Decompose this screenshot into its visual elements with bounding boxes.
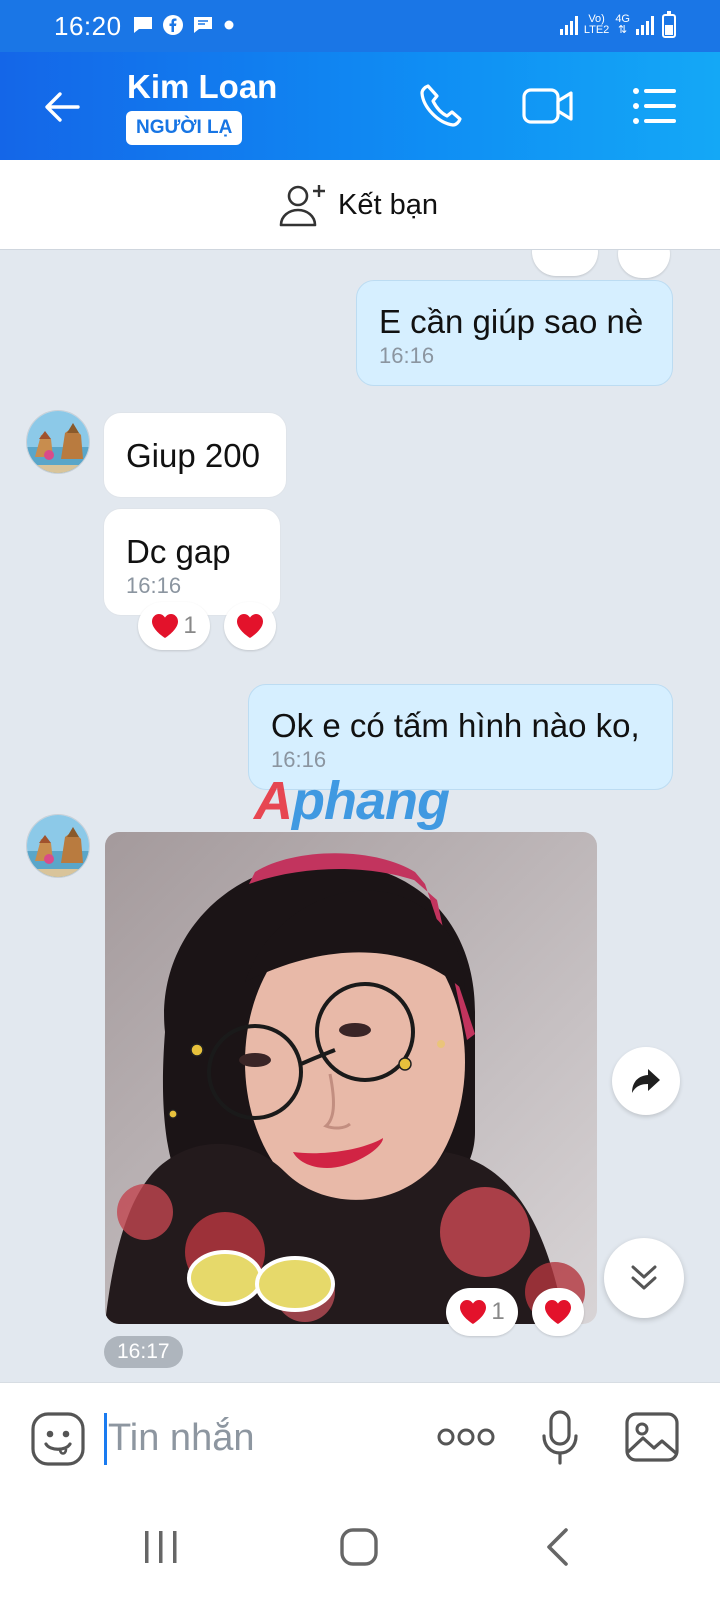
add-friend-label: Kết bạn <box>338 188 438 221</box>
message-bubble-incoming[interactable]: Dc gap 16:16 <box>103 508 281 616</box>
status-time: 16:20 <box>54 11 122 41</box>
heart-icon <box>545 1300 571 1324</box>
dot-icon <box>224 20 234 30</box>
signal-icon <box>559 15 578 35</box>
message-time: 16:16 <box>126 573 182 598</box>
reaction-count-value: 1 <box>183 612 197 639</box>
status-bar: 16:20 Vo) LTE2 4G ⇅ <box>0 0 720 52</box>
stranger-badge: NGƯỜI LẠ <box>126 111 243 145</box>
back-arrow-icon[interactable] <box>38 82 88 132</box>
microphone-icon[interactable] <box>540 1409 580 1467</box>
chat-icon <box>194 17 212 33</box>
signal-icon-2 <box>636 15 654 35</box>
avatar[interactable] <box>26 410 90 474</box>
selfie-photo <box>105 832 597 1324</box>
reaction-count-value: 1 <box>491 1298 505 1325</box>
contact-name[interactable]: Kim Loan <box>127 68 277 106</box>
add-friend-bar: Kết bạn <box>0 160 720 250</box>
message-bubble-outgoing[interactable]: E cần giúp sao nè 16:16 <box>356 280 673 386</box>
chat-area: E cần giúp sao nè 16:16 Giup 200 Dc gap … <box>0 250 720 1382</box>
menu-icon[interactable] <box>628 80 684 132</box>
reaction-count[interactable]: 1 <box>446 1288 518 1336</box>
scroll-to-bottom-button[interactable] <box>604 1238 684 1318</box>
text-caret <box>104 1413 107 1465</box>
reaction-pill-partial-2[interactable] <box>618 250 670 278</box>
reaction-count[interactable]: 1 <box>138 602 210 650</box>
add-person-icon <box>279 185 325 227</box>
phone-icon[interactable] <box>414 80 470 132</box>
avatar[interactable] <box>26 814 90 878</box>
notification-icons <box>132 14 236 36</box>
more-icon[interactable] <box>436 1425 496 1449</box>
react-button[interactable] <box>224 602 276 650</box>
forward-button[interactable] <box>612 1047 680 1115</box>
message-composer <box>0 1382 720 1490</box>
message-text: Ok e có tấm hình nào ko, <box>271 707 640 744</box>
message-bubble-incoming[interactable]: Giup 200 <box>103 412 287 498</box>
image-icon[interactable] <box>624 1409 680 1465</box>
photo-message[interactable] <box>105 832 597 1324</box>
heart-icon <box>237 614 263 638</box>
network-indicators: Vo) LTE2 4G ⇅ <box>559 13 654 36</box>
avatar-image <box>27 815 89 877</box>
reaction-pill-partial[interactable] <box>532 250 598 276</box>
photo-time-chip: 16:17 <box>104 1336 183 1368</box>
message-input[interactable] <box>108 1405 408 1471</box>
double-chevron-down-icon <box>631 1265 657 1290</box>
facebook-icon <box>163 15 183 35</box>
add-friend-button[interactable]: Kết bạn <box>278 182 438 228</box>
back-icon[interactable] <box>534 1522 584 1572</box>
share-arrow-icon <box>632 1069 660 1093</box>
home-icon[interactable] <box>334 1522 384 1572</box>
emoji-icon[interactable] <box>30 1411 86 1467</box>
message-icon <box>134 17 152 33</box>
recent-apps-icon[interactable] <box>136 1522 186 1572</box>
heart-icon <box>152 614 179 638</box>
volte-label: Vo) LTE2 <box>583 13 610 36</box>
chat-header: Kim Loan NGƯỜI LẠ <box>0 52 720 160</box>
battery-icon <box>662 11 676 38</box>
watermark-logo: Aphang <box>254 771 450 831</box>
heart-icon <box>460 1300 487 1324</box>
message-text: Giup 200 <box>126 437 260 474</box>
video-call-icon[interactable] <box>520 80 576 132</box>
message-text: E cần giúp sao nè <box>379 303 644 340</box>
avatar-image <box>27 411 89 473</box>
network-type: 4G ⇅ <box>615 13 630 36</box>
system-navigation-bar <box>0 1490 720 1600</box>
message-time: 16:16 <box>379 343 435 368</box>
message-text: Dc gap <box>126 533 231 570</box>
react-button[interactable] <box>532 1288 584 1336</box>
